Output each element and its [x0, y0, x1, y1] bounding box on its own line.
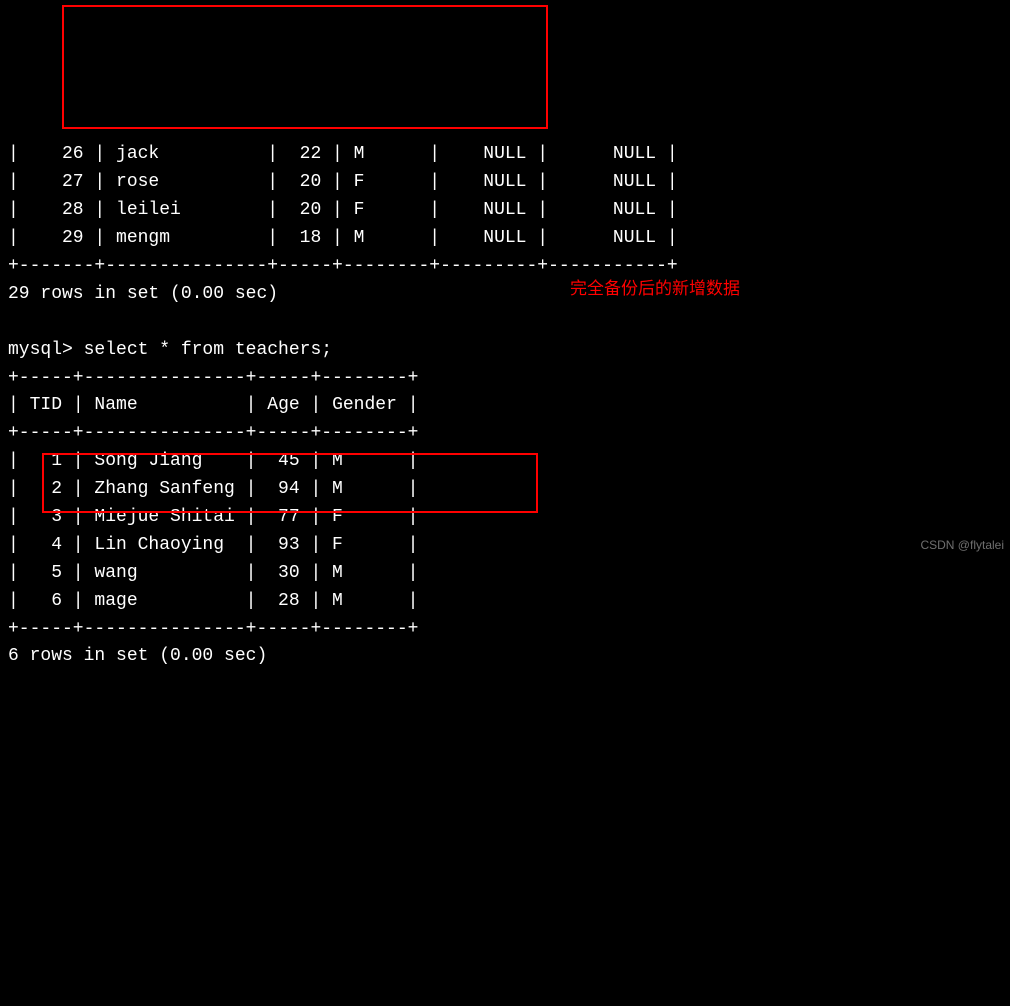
students-footer: 29 rows in set (0.00 sec) [8, 284, 278, 304]
teachers-div-bot: +-----+---------------+-----+--------+ [8, 619, 418, 639]
terminal-output: | 26 | jack | 22 | M | NULL | NULL | | 2… [8, 114, 1002, 672]
mysql-prompt: mysql> [8, 340, 73, 360]
col-gender: Gender [332, 395, 397, 415]
watermark: CSDN @flytalei [920, 536, 1004, 555]
col-name: Name [94, 395, 137, 415]
col-age: Age [267, 395, 299, 415]
students-divider: +-------+---------------+-----+--------+… [8, 256, 678, 276]
highlight-box-students [62, 5, 548, 129]
teachers-div-top: +-----+---------------+-----+--------+ [8, 368, 418, 388]
teachers-div-mid: +-----+---------------+-----+--------+ [8, 423, 418, 443]
teachers-footer: 6 rows in set (0.00 sec) [8, 646, 267, 666]
sql-query[interactable]: select * from teachers; [73, 340, 332, 360]
col-tid: TID [30, 395, 62, 415]
annotation-label: 完全备份后的新增数据 [570, 276, 740, 302]
